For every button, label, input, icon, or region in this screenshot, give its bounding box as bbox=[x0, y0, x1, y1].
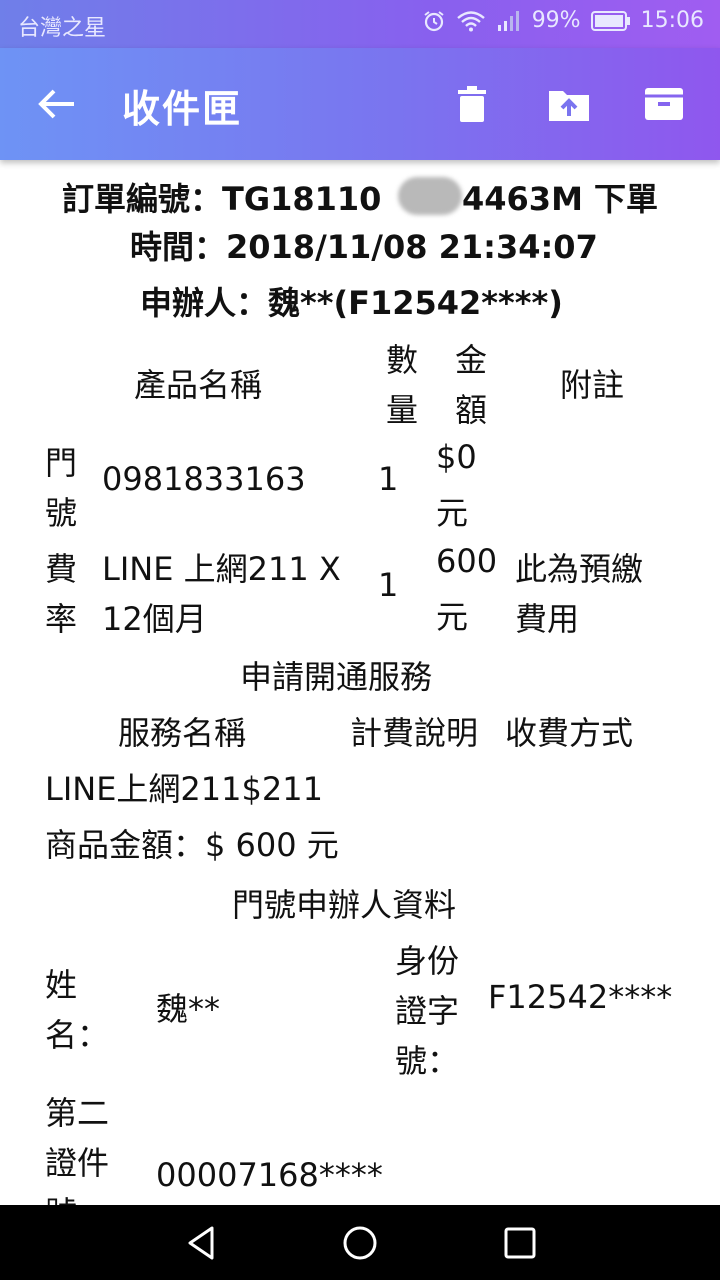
redacted-blur bbox=[398, 177, 462, 215]
page-title: 收件匣 bbox=[122, 87, 243, 131]
status-icons: 99% 15:06 bbox=[422, 8, 704, 33]
email-body: 訂單編號：TG18110 4463M 下單 時間：2018/11/08 21:3… bbox=[0, 160, 720, 1205]
service-header-name: 服務名稱 bbox=[118, 714, 247, 752]
battery-icon bbox=[590, 10, 630, 31]
second-id-label-2: 證件 bbox=[45, 1144, 110, 1182]
row2-note-bottom: 費用 bbox=[515, 600, 580, 638]
name-label-top: 姓 bbox=[45, 966, 78, 1004]
back-arrow-icon[interactable] bbox=[30, 78, 82, 130]
row1-label-top: 門 bbox=[45, 444, 78, 482]
status-bar: 台灣之星 99% 15:06 bbox=[0, 0, 720, 48]
header-note: 附註 bbox=[560, 366, 625, 404]
service-header-billing: 計費說明 bbox=[350, 714, 479, 752]
navigation-bar bbox=[0, 1205, 720, 1280]
move-to-folder-icon[interactable] bbox=[547, 82, 591, 126]
order-number-end-text: 4463M 下單 bbox=[462, 180, 659, 218]
row2-qty: 1 bbox=[378, 566, 399, 604]
row2-label-bottom: 率 bbox=[45, 600, 78, 638]
order-time-text: 時間：2018/11/08 21:34:07 bbox=[130, 228, 598, 266]
row2-amount-bottom: 元 bbox=[436, 598, 469, 636]
second-id-label-3: 號 bbox=[45, 1188, 77, 1205]
second-id-label-1: 第二 bbox=[45, 1094, 110, 1132]
header-amount-bottom: 額 bbox=[455, 391, 488, 429]
header-product-name: 產品名稱 bbox=[134, 366, 263, 404]
product-amount: 商品金額：$ 600 元 bbox=[45, 826, 339, 864]
clock: 15:06 bbox=[640, 8, 704, 33]
archive-icon[interactable] bbox=[642, 82, 686, 126]
second-id-value: 00007168**** bbox=[156, 1156, 383, 1194]
service-header-payment: 收費方式 bbox=[505, 714, 634, 752]
id-value: F12542**** bbox=[488, 978, 673, 1016]
applicant-section-title: 門號申辦人資料 bbox=[232, 886, 457, 924]
row1-amount-top: $0 bbox=[436, 438, 477, 476]
wifi-icon bbox=[456, 10, 485, 31]
service-row: LINE上網211$211 bbox=[45, 770, 323, 808]
nav-home-icon[interactable] bbox=[340, 1223, 380, 1263]
header-amount-top: 金 bbox=[455, 341, 488, 379]
signal-icon bbox=[497, 10, 519, 31]
id-label-2: 證字 bbox=[395, 992, 460, 1030]
name-value: 魏** bbox=[156, 990, 221, 1028]
delete-icon[interactable] bbox=[450, 82, 494, 126]
row1-amount-bottom: 元 bbox=[436, 494, 469, 532]
id-label-3: 號： bbox=[395, 1042, 460, 1080]
nav-back-icon[interactable] bbox=[182, 1223, 222, 1263]
row1-label-bottom: 號 bbox=[45, 494, 78, 532]
applicant-text: 申辦人：魏**(F12542****) bbox=[140, 284, 563, 322]
alarm-icon bbox=[424, 10, 444, 31]
id-label-1: 身份 bbox=[395, 942, 460, 980]
battery-percent: 99% bbox=[531, 8, 581, 33]
header-qty-bottom: 量 bbox=[386, 391, 419, 429]
row1-name: 0981833163 bbox=[102, 460, 306, 498]
service-section-title: 申請開通服務 bbox=[240, 658, 433, 696]
row2-name-top: LINE 上網211 X bbox=[102, 550, 341, 588]
row1-qty: 1 bbox=[378, 460, 399, 498]
carrier-name: 台灣之星 bbox=[18, 16, 107, 41]
nav-recents-icon[interactable] bbox=[500, 1223, 540, 1263]
name-label-bottom: 名： bbox=[45, 1016, 110, 1054]
row2-amount-top: 600 bbox=[436, 542, 498, 580]
row2-name-bottom: 12個月 bbox=[102, 600, 207, 638]
app-bar: 收件匣 bbox=[0, 48, 720, 160]
order-number-text: 訂單編號：TG18110 bbox=[62, 180, 382, 218]
row2-note-top: 此為預繳 bbox=[515, 550, 644, 588]
header-qty-top: 數 bbox=[386, 341, 419, 379]
row2-label-top: 費 bbox=[45, 550, 78, 588]
